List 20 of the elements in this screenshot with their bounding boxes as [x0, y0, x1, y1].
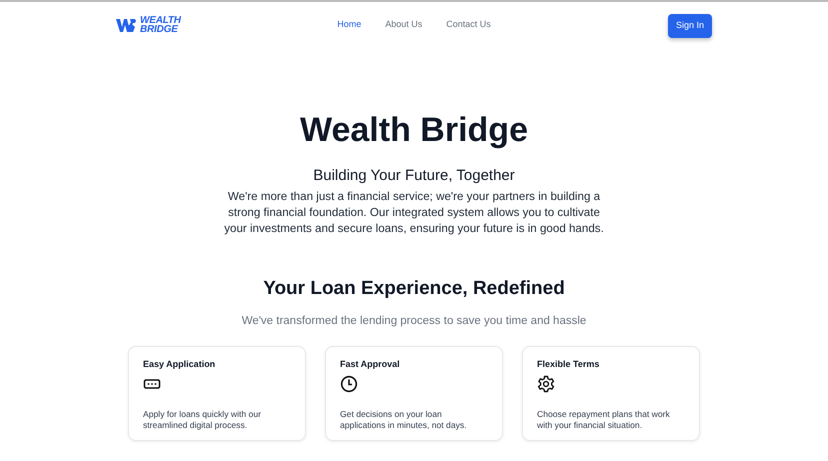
hero-subtitle: Building Your Future, Together	[312, 167, 516, 185]
nav-link[interactable]: About Us	[385, 18, 422, 32]
feature-text: Get decisions on your loan applications in minutes, not days.	[340, 409, 468, 432]
feature-text: Choose repayment plans that work with your financial situation.	[537, 409, 671, 432]
logo-icon	[116, 18, 136, 32]
clock-icon	[340, 375, 358, 394]
logo-text: WEALTH	[140, 16, 181, 25]
nav-link[interactable]: Contact Us	[446, 18, 491, 32]
feature-text: Apply for loans quickly with our streamlined digital process.	[143, 409, 262, 432]
feature-title: Flexible Terms	[537, 358, 600, 372]
settings-icon	[537, 375, 555, 394]
feature-title: Easy Application	[143, 358, 216, 372]
hero-title: Wealth Bridge	[299, 110, 529, 150]
section-subtitle: We've transformed the lending process to save you time and hassle	[240, 314, 588, 329]
section-title: Your Loan Experience, Redefined	[262, 277, 566, 301]
nav-link[interactable]: Home	[337, 18, 362, 32]
hero-text: We're more than just a financial service; we're your partners in building a strong financial foundation. Our integrated system allows you to cultivate your investments and secure loans, ensuring your future is in good hands.	[224, 189, 604, 237]
feature-title: Fast Approval	[340, 358, 401, 372]
sign-in-button[interactable]: Sign In	[668, 14, 712, 38]
logo-text: BRIDGE	[140, 25, 180, 34]
